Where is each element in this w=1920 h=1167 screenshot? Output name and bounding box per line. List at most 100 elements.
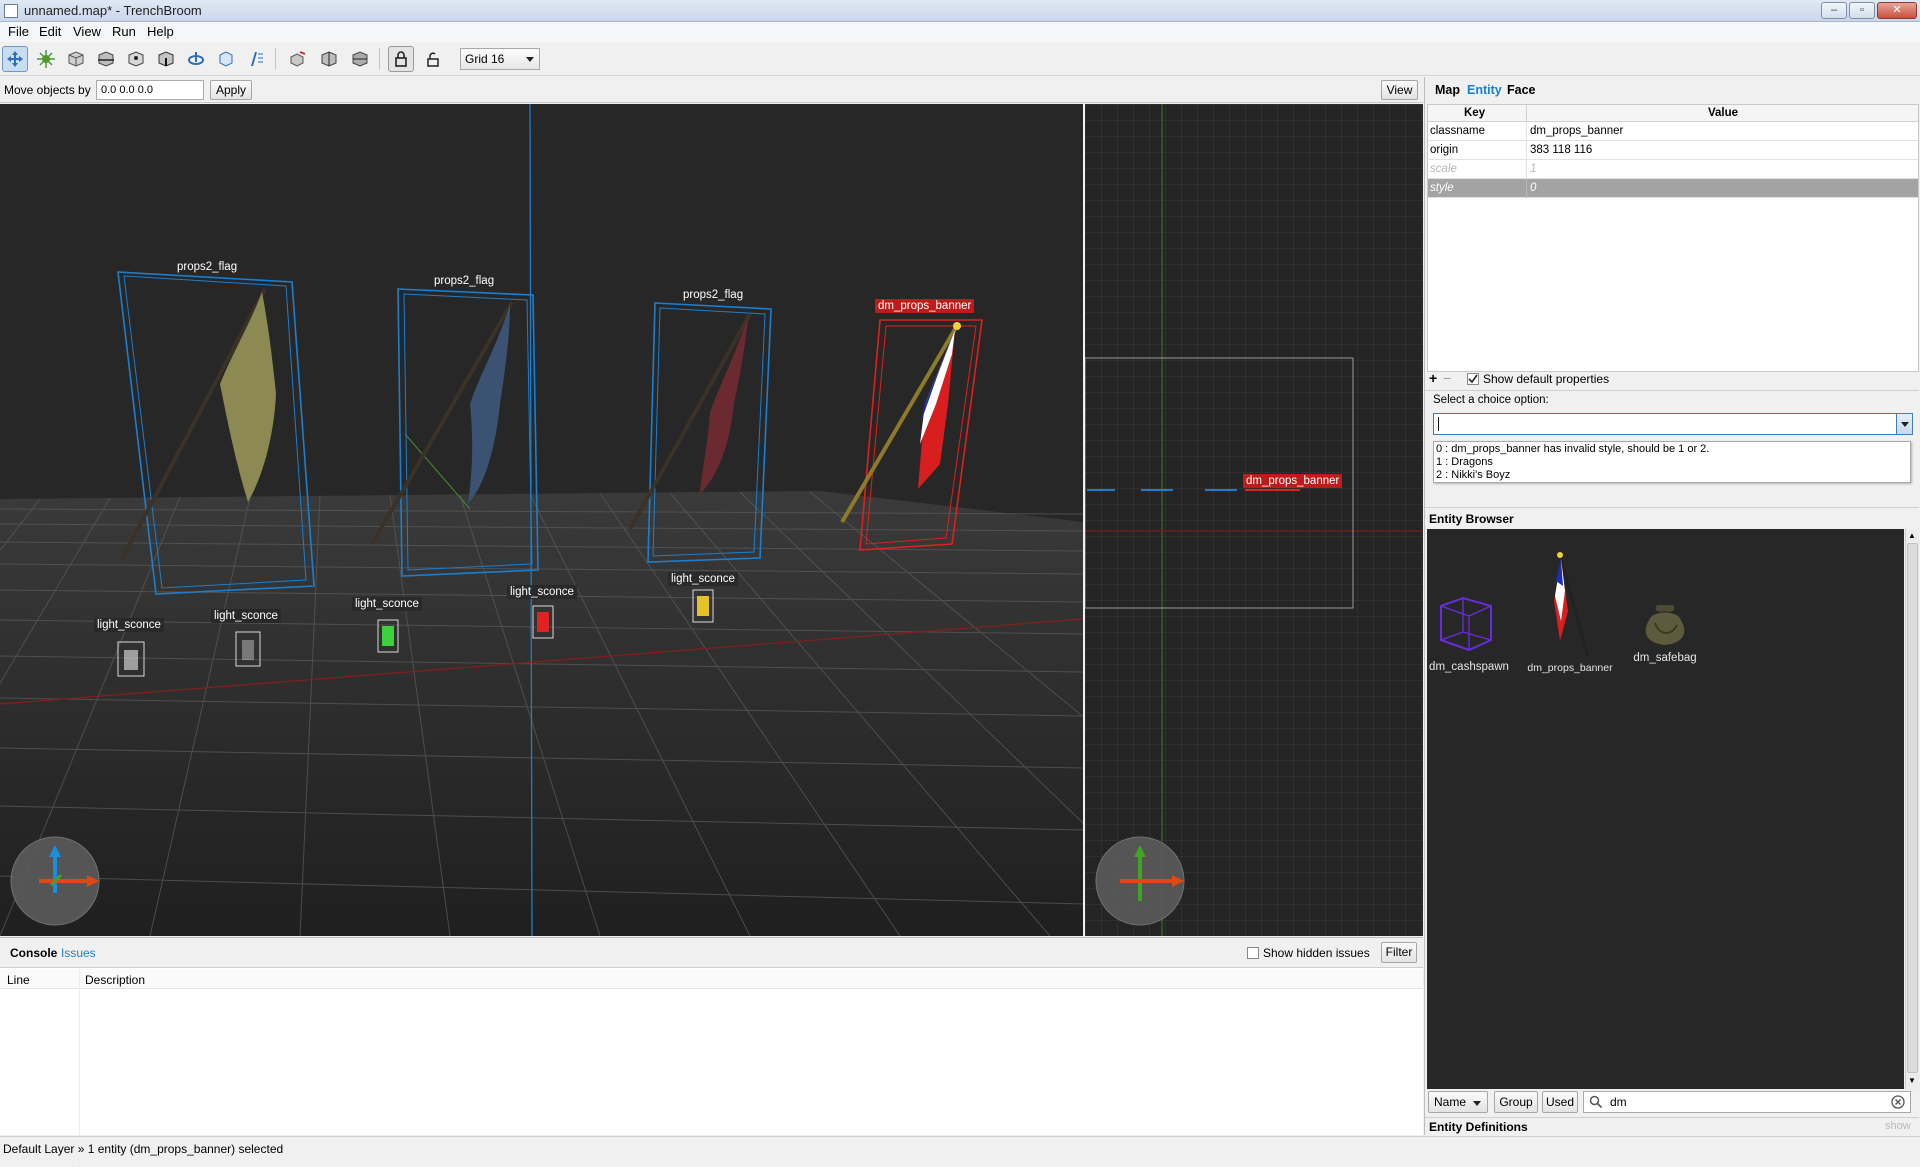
edge-tool-icon[interactable] [153, 46, 179, 72]
title-bar: unnamed.map* - TrenchBroom – ▫ ✕ [0, 0, 1920, 22]
text-caret [1438, 417, 1439, 431]
entity-search-value: dm [1610, 1095, 1627, 1109]
entity-item-dm-safebag[interactable]: dm_safebag [1623, 597, 1707, 664]
compass-2d [1095, 836, 1185, 926]
entity-item-dm-cashspawn[interactable]: dm_cashspawn [1429, 584, 1509, 673]
used-button[interactable]: Used [1542, 1091, 1578, 1113]
tab-issues[interactable]: Issues [61, 946, 96, 960]
entity-definitions-title: Entity Definitions [1429, 1120, 1528, 1134]
apply-button[interactable]: Apply [210, 80, 252, 100]
console-tab-bar: Console Issues Show hidden issues Filter [0, 938, 1423, 968]
table-row-selected[interactable]: style 0 [1428, 179, 1918, 198]
label-light-sconce-3: light_sconce [352, 597, 422, 611]
move-objects-input[interactable] [96, 80, 204, 100]
cashspawn-icon [1440, 596, 1492, 652]
list-item[interactable]: 1 : Dragons [1436, 456, 1493, 468]
menu-view[interactable]: View [73, 24, 101, 39]
search-icon [1589, 1095, 1603, 1109]
choice-combobox[interactable] [1433, 413, 1913, 435]
sort-select[interactable]: Name [1428, 1091, 1488, 1113]
texture-lock-icon[interactable] [388, 46, 414, 72]
rotate-tool-icon[interactable] [183, 46, 209, 72]
entity-properties-table: Key Value classname dm_props_banner orig… [1427, 104, 1919, 372]
compass-3d [10, 836, 100, 926]
scroll-up-icon[interactable]: ▲ [1908, 531, 1916, 540]
view-button[interactable]: View [1381, 80, 1418, 100]
entity-tool-icon[interactable] [33, 46, 59, 72]
entity-item-label: dm_cashspawn [1429, 661, 1509, 673]
duplicate-icon[interactable] [285, 46, 311, 72]
list-item[interactable]: 0 : dm_props_banner has invalid style, s… [1436, 443, 1709, 455]
menu-run[interactable]: Run [112, 24, 136, 39]
menu-bar: File Edit View Run Help [0, 22, 1920, 42]
entity-browser: dm_cashspawn dm_props_banner dm_safebag [1427, 529, 1904, 1089]
entity-definitions-show-link[interactable]: show [1885, 1120, 1911, 1132]
label-dm-props-banner-2d: dm_props_banner [1243, 474, 1343, 488]
show-hidden-issues-label: Show hidden issues [1263, 946, 1370, 960]
scrollbar-thumb[interactable] [1907, 543, 1918, 1073]
group-button[interactable]: Group [1494, 1091, 1538, 1113]
show-hidden-issues-checkbox[interactable] [1247, 947, 1259, 959]
shear-tool-icon[interactable] [243, 46, 269, 72]
status-bar: Default Layer » 1 entity (dm_props_banne… [0, 1136, 1920, 1160]
property-key: style [1430, 182, 1454, 194]
choice-dropdown-list: 0 : dm_props_banner has invalid style, s… [1433, 441, 1911, 483]
inspector-panel: Map Entity Face Key Value classname dm_p… [1424, 77, 1920, 1135]
menu-file[interactable]: File [8, 24, 29, 39]
tab-entity[interactable]: Entity [1467, 83, 1502, 97]
safebag-icon [1645, 605, 1685, 645]
menu-edit[interactable]: Edit [39, 24, 61, 39]
vertex-tool-icon[interactable] [123, 46, 149, 72]
move-objects-label: Move objects by [4, 83, 91, 97]
property-value[interactable]: 0 [1530, 182, 1536, 194]
flip-horizontal-icon[interactable] [316, 46, 342, 72]
viewport-2d[interactable]: dm_props_banner [1085, 104, 1423, 936]
line-column-header: Line [7, 973, 30, 987]
table-row[interactable]: classname dm_props_banner [1428, 122, 1918, 141]
description-column-header: Description [85, 973, 146, 987]
maximize-button[interactable]: ▫ [1849, 2, 1875, 19]
remove-property-button[interactable]: − [1443, 370, 1451, 386]
app-icon [4, 4, 18, 18]
property-value[interactable]: 1 [1530, 163, 1536, 175]
viewport-3d[interactable]: props2_flag props2_flag props2_flag dm_p… [0, 104, 1083, 936]
choice-label: Select a choice option: [1433, 394, 1549, 406]
grid-size-select[interactable]: Grid 16 [460, 48, 540, 70]
minimize-button[interactable]: – [1821, 2, 1847, 19]
flip-vertical-icon[interactable] [347, 46, 373, 72]
close-button[interactable]: ✕ [1877, 2, 1917, 19]
clip-tool-icon[interactable] [93, 46, 119, 72]
show-default-checkbox[interactable] [1467, 373, 1479, 385]
label-props2-flag-3: props2_flag [680, 288, 747, 302]
table-row[interactable]: scale 1 [1428, 160, 1918, 179]
brush-tool-icon[interactable] [63, 46, 89, 72]
issues-table-header: Line Description [0, 969, 1423, 1167]
list-item[interactable]: 2 : Nikki's Boyz [1436, 469, 1510, 481]
add-property-button[interactable]: + [1429, 370, 1437, 386]
menu-help[interactable]: Help [147, 24, 174, 39]
uv-lock-icon[interactable] [420, 46, 446, 72]
banner-thumbnail-icon [1554, 552, 1590, 658]
label-props2-flag-2: props2_flag [431, 274, 498, 288]
entity-search-field[interactable]: dm [1583, 1091, 1911, 1113]
scale-tool-icon[interactable] [213, 46, 239, 72]
entity-item-dm-props-banner[interactable]: dm_props_banner [1525, 551, 1615, 674]
label-props2-flag-1: props2_flag [174, 260, 241, 274]
tab-map[interactable]: Map [1435, 83, 1460, 97]
show-default-label: Show default properties [1483, 372, 1610, 386]
chevron-down-icon[interactable] [1896, 414, 1912, 434]
property-value[interactable]: dm_props_banner [1530, 125, 1623, 137]
move-tool-icon[interactable] [2, 46, 28, 72]
filter-button[interactable]: Filter [1381, 942, 1417, 963]
tab-face[interactable]: Face [1507, 83, 1536, 97]
chevron-down-icon [526, 57, 534, 62]
table-row[interactable]: origin 383 118 116 [1428, 141, 1918, 160]
clear-search-icon[interactable] [1891, 1095, 1905, 1109]
scroll-down-icon[interactable]: ▼ [1908, 1076, 1916, 1085]
tab-console[interactable]: Console [10, 946, 57, 960]
entity-browser-scrollbar[interactable]: ▲ ▼ [1905, 529, 1919, 1089]
property-value[interactable]: 383 118 116 [1530, 144, 1592, 156]
key-column-header: Key [1464, 107, 1486, 119]
scene-3d [0, 104, 1083, 936]
property-key: scale [1430, 163, 1457, 175]
